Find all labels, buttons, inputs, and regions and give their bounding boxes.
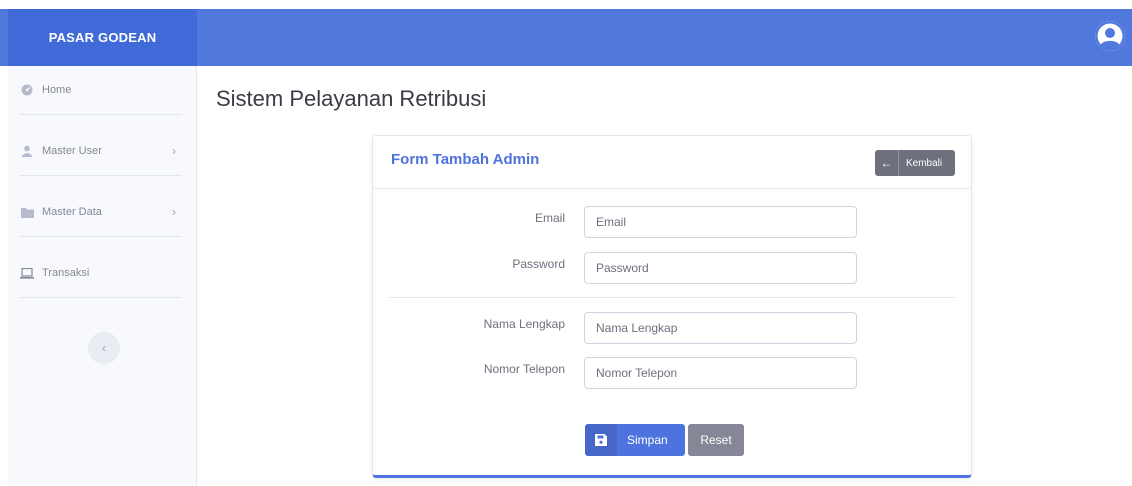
sidebar-item-label: Home: [42, 84, 72, 96]
folder-icon: [20, 205, 34, 219]
form-divider: [389, 297, 955, 298]
form-title: Form Tambah Admin: [391, 151, 540, 168]
email-label: Email: [534, 211, 565, 225]
sidebar-item-master-user[interactable]: Master User ›: [20, 127, 182, 176]
sidebar-toggle-button[interactable]: ‹: [88, 332, 120, 364]
sidebar-item-master-data[interactable]: Master Data ›: [20, 188, 182, 237]
sidebar-item-label: Transaksi: [42, 267, 90, 279]
chevron-right-icon: ›: [172, 144, 176, 158]
password-field[interactable]: [584, 252, 857, 284]
nomor-telepon-field[interactable]: [584, 357, 857, 389]
sidebar-item-home[interactable]: Home: [20, 66, 182, 115]
form-card: Form Tambah Admin ← Kembali Email Passwo…: [372, 135, 972, 478]
reset-button-label: Reset: [700, 433, 732, 447]
page-title: Sistem Pelayanan Retribusi: [216, 86, 487, 111]
reset-button[interactable]: Reset: [688, 424, 744, 456]
save-button-label: Simpan: [627, 433, 668, 447]
sidebar-item-transaksi[interactable]: Transaksi: [20, 249, 182, 298]
floppy-disk-icon: [585, 424, 617, 456]
dashboard-icon: [20, 83, 34, 97]
nama-lengkap-label: Nama Lengkap: [483, 317, 565, 331]
chevron-right-icon: ›: [172, 205, 176, 219]
back-button[interactable]: ← Kembali: [875, 150, 955, 176]
save-button[interactable]: Simpan: [585, 424, 685, 456]
nama-lengkap-field[interactable]: [584, 312, 857, 344]
chevron-left-icon: ‹: [102, 341, 106, 355]
user-avatar-icon[interactable]: [1095, 21, 1125, 51]
back-button-label: Kembali: [906, 157, 943, 169]
brand-logo[interactable]: PASAR GODEAN: [8, 9, 197, 66]
arrow-left-icon: ←: [875, 150, 899, 176]
email-field[interactable]: [584, 206, 857, 238]
user-icon: [20, 144, 34, 158]
brand-name: PASAR GODEAN: [48, 30, 157, 45]
nomor-telepon-label: Nomor Telepon: [483, 362, 565, 376]
laptop-icon: [20, 266, 34, 280]
password-label: Password: [512, 257, 565, 271]
sidebar: Home Master User › Master Data › Transak…: [8, 66, 197, 486]
sidebar-item-label: Master User: [42, 145, 102, 157]
sidebar-item-label: Master Data: [42, 206, 102, 218]
card-header: Form Tambah Admin ← Kembali: [373, 136, 971, 189]
